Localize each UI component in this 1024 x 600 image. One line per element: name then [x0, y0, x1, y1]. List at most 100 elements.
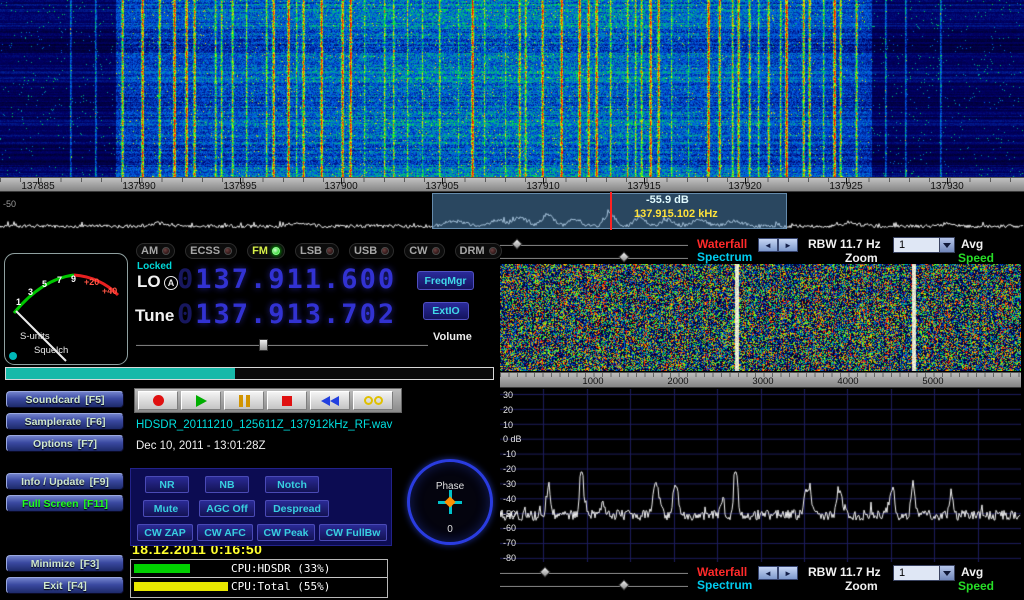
- lo-lock-badge[interactable]: A: [164, 276, 178, 290]
- mode-drm-button[interactable]: DRM: [455, 243, 502, 259]
- slider-knob[interactable]: [618, 579, 629, 590]
- tune-frequency-display[interactable]: 0137.913.702: [177, 299, 396, 330]
- cw-zap-button[interactable]: CW ZAP: [137, 524, 193, 541]
- playback-position-bar[interactable]: [5, 367, 494, 380]
- samplerate-button[interactable]: Samplerate [F6]: [6, 413, 124, 430]
- db-tick-label: 30: [503, 390, 513, 400]
- spectrum-adjust-slider-bottom[interactable]: [500, 580, 688, 591]
- hz-tick-label: 4000: [828, 376, 868, 387]
- rewind-button[interactable]: [310, 391, 350, 410]
- mode-usb-button[interactable]: USB: [349, 243, 394, 259]
- waterfall-tab-top[interactable]: Waterfall: [697, 237, 747, 251]
- avg-select-value: 1: [894, 566, 939, 580]
- db-tick-label: -80: [503, 553, 516, 563]
- button-hotkey: [F7]: [78, 438, 97, 450]
- spectrum-adjust-slider-top[interactable]: [500, 252, 688, 263]
- slider-knob[interactable]: [511, 238, 522, 249]
- volume-knob[interactable]: [259, 339, 268, 351]
- loop-button[interactable]: [353, 391, 393, 410]
- slider-track: [500, 585, 688, 587]
- despread-button[interactable]: Despread: [265, 500, 329, 517]
- rbw-label-bottom: RBW 11.7 Hz: [808, 565, 881, 579]
- waterfall-tab-bottom[interactable]: Waterfall: [697, 565, 747, 579]
- lo-frequency-display[interactable]: 0137.911.600: [177, 264, 396, 295]
- frequency-scale[interactable]: 137885 137890 137895 137900 137905 13791…: [0, 177, 1024, 192]
- nb-button[interactable]: NB: [205, 476, 249, 493]
- zoom-out-button[interactable]: ◄: [758, 238, 778, 252]
- pause-button[interactable]: [224, 391, 264, 410]
- dropdown-arrow-icon[interactable]: [939, 566, 954, 580]
- freq-tick-label: 137905: [420, 181, 464, 192]
- agc-button[interactable]: AGC Off: [199, 500, 255, 517]
- squelch-thumb[interactable]: [9, 352, 17, 360]
- record-button[interactable]: [138, 391, 178, 410]
- db-tick-label: -10: [503, 449, 516, 459]
- cw-afc-button[interactable]: CW AFC: [197, 524, 253, 541]
- mode-am-button[interactable]: AM: [136, 243, 175, 259]
- exit-button[interactable]: Exit [F4]: [6, 577, 124, 594]
- mute-button[interactable]: Mute: [143, 500, 189, 517]
- notch-button[interactable]: Notch: [265, 476, 319, 493]
- info-update-button[interactable]: Info / Update [F9]: [6, 473, 124, 490]
- phase-scope[interactable]: Phase 0: [407, 459, 493, 545]
- overview-spectrum[interactable]: -50 -55.9 dB 137.915.102 kHz: [0, 192, 1024, 235]
- button-hotkey: [F6]: [86, 416, 105, 428]
- s-meter-tick: +40: [102, 286, 117, 296]
- freq-tick-label: 137900: [319, 181, 363, 192]
- s-meter-tick: +20: [84, 277, 99, 287]
- rf-waterfall-display[interactable]: [500, 264, 1021, 371]
- volume-slider[interactable]: [136, 339, 428, 351]
- rf-spectrum-display[interactable]: [500, 389, 1021, 562]
- volume-label: Volume: [433, 331, 472, 343]
- mode-led: [272, 247, 280, 255]
- cpu-total-row: CPU:Total (55%): [131, 578, 387, 596]
- extio-button[interactable]: ExtIO: [423, 302, 469, 320]
- cpu-hdsdr-fill: [134, 564, 190, 573]
- avg-select-top[interactable]: 1: [893, 237, 955, 253]
- speed-label-top: Speed: [958, 251, 994, 265]
- stop-button[interactable]: [267, 391, 307, 410]
- hz-scale[interactable]: 1000 2000 3000 4000 5000: [500, 372, 1021, 388]
- playback-position-fill: [6, 368, 235, 379]
- zoom-out-button[interactable]: ◄: [758, 566, 778, 580]
- slider-knob[interactable]: [539, 566, 550, 577]
- phase-marker: [444, 496, 455, 507]
- freq-tick-label: 137920: [723, 181, 767, 192]
- zoom-in-button[interactable]: ►: [778, 566, 798, 580]
- avg-label-bottom: Avg: [961, 565, 983, 579]
- dropdown-arrow-icon[interactable]: [939, 238, 954, 252]
- soundcard-button[interactable]: Soundcard [F5]: [6, 391, 124, 408]
- cw-peak-button[interactable]: CW Peak: [257, 524, 315, 541]
- waterfall-adjust-slider-top[interactable]: [500, 239, 688, 250]
- pause-icon: [239, 395, 250, 407]
- mode-fm-button[interactable]: FM: [247, 243, 285, 259]
- recording-date: Dec 10, 2011 - 13:01:28Z: [136, 440, 266, 452]
- spectrum-tab-top[interactable]: Spectrum: [697, 250, 752, 264]
- mode-led: [326, 247, 334, 255]
- db-axis-label: -50: [3, 199, 16, 209]
- options-button[interactable]: Options [F7]: [6, 435, 124, 452]
- avg-select-bottom[interactable]: 1: [893, 565, 955, 581]
- mode-selector: AM ECSS FM LSB USB CW DRM: [136, 241, 492, 261]
- slider-knob[interactable]: [618, 251, 629, 262]
- button-label: Info / Update: [21, 476, 85, 488]
- button-hotkey: [F4]: [68, 580, 87, 592]
- mode-cw-button[interactable]: CW: [404, 243, 444, 259]
- fullscreen-button[interactable]: Full Screen [F11]: [6, 495, 124, 512]
- button-label: Samplerate: [25, 416, 82, 428]
- button-label: Soundcard: [25, 394, 80, 406]
- nr-button[interactable]: NR: [145, 476, 189, 493]
- waterfall-adjust-slider-bottom[interactable]: [500, 567, 688, 578]
- freqmgr-button[interactable]: FreqMgr: [417, 271, 474, 290]
- zoom-in-button[interactable]: ►: [778, 238, 798, 252]
- cw-fullbw-button[interactable]: CW FullBw: [319, 524, 387, 541]
- minimize-button[interactable]: Minimize [F3]: [6, 555, 124, 572]
- db-tick-label: -20: [503, 464, 516, 474]
- slider-track: [500, 572, 688, 574]
- mode-lsb-button[interactable]: LSB: [295, 243, 339, 259]
- stop-icon: [282, 396, 292, 406]
- main-waterfall-display[interactable]: [0, 0, 1024, 177]
- mode-ecss-button[interactable]: ECSS: [185, 243, 237, 259]
- spectrum-tab-bottom[interactable]: Spectrum: [697, 578, 752, 592]
- play-button[interactable]: [181, 391, 221, 410]
